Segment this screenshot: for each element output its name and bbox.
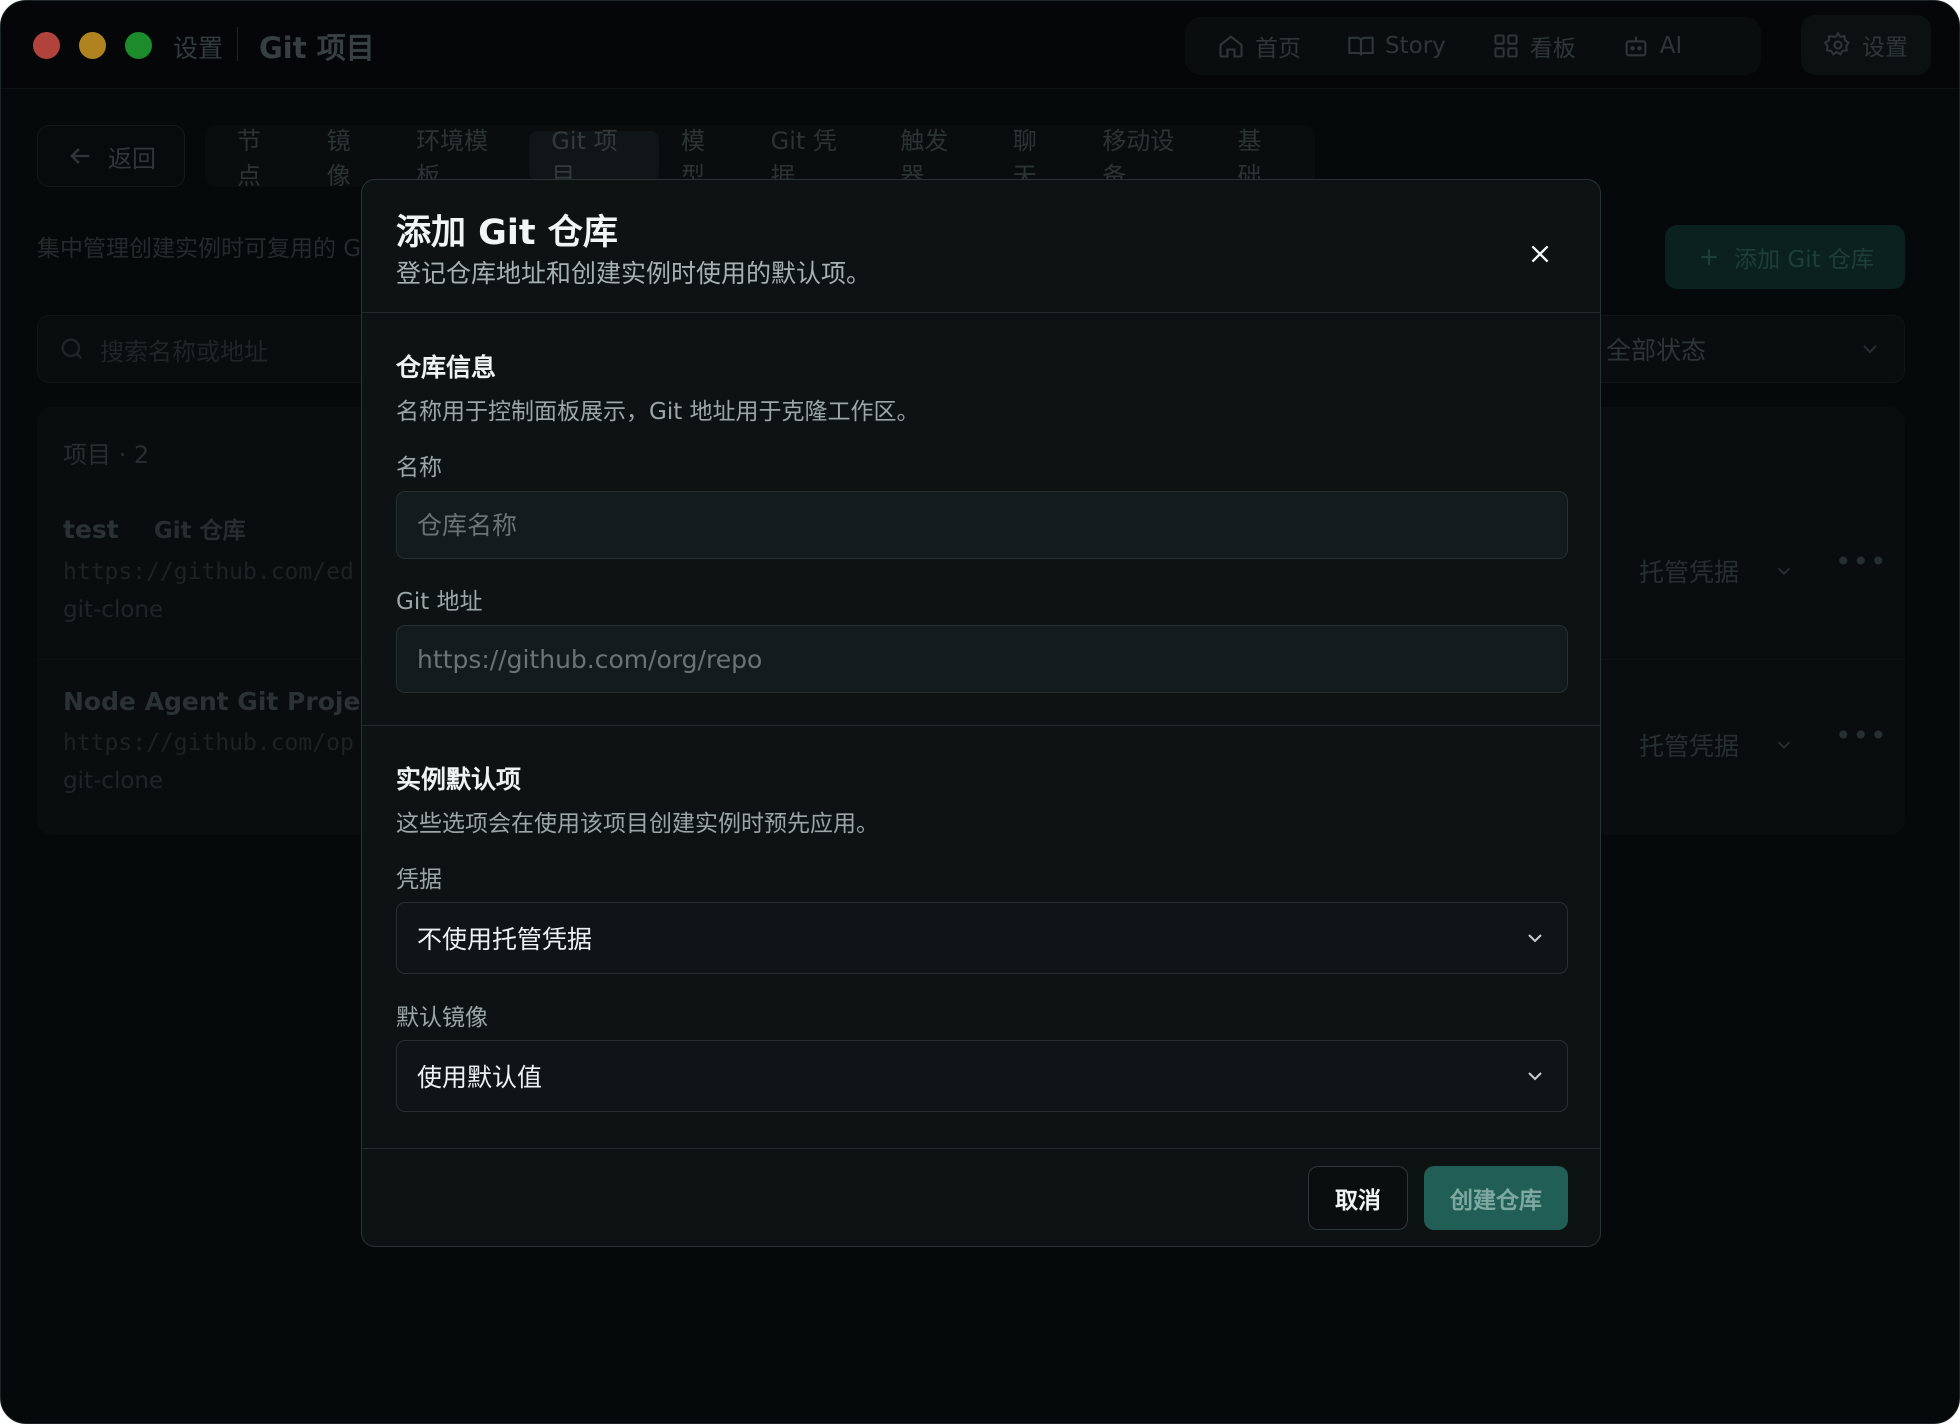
credential-select-value: 不使用托管凭据 — [417, 925, 593, 954]
cancel-button[interactable]: 取消 — [1308, 1166, 1408, 1230]
instance-defaults-section-description: 这些选项会在使用该项目创建实例时预先应用。 — [396, 811, 879, 837]
default-image-label: 默认镜像 — [396, 1005, 488, 1031]
name-field[interactable] — [396, 491, 1568, 559]
git-url-label: Git 地址 — [396, 589, 483, 615]
close-icon — [1531, 245, 1549, 263]
credential-label: 凭据 — [396, 867, 442, 893]
create-repo-button[interactable]: 创建仓库 — [1424, 1166, 1568, 1230]
add-git-repo-dialog: 添加 Git 仓库 登记仓库地址和创建实例时使用的默认项。 仓库信息 名称用于控… — [361, 179, 1601, 1247]
dialog-subtitle: 登记仓库地址和创建实例时使用的默认项。 — [396, 259, 872, 288]
footer-divider — [362, 1148, 1600, 1149]
chevron-down-icon — [1528, 1072, 1542, 1081]
dialog-title: 添加 Git 仓库 — [396, 213, 618, 253]
instance-defaults-section-title: 实例默认项 — [396, 765, 522, 794]
close-dialog-button[interactable] — [1518, 232, 1562, 276]
name-label: 名称 — [396, 455, 442, 481]
header-divider — [362, 312, 1600, 313]
app-window: 设置 Git 项目 首页 Story 看板 AI 设置 返回 节点 镜像 环境模… — [0, 0, 1960, 1424]
repo-info-section-title: 仓库信息 — [396, 353, 497, 382]
default-image-select[interactable]: 使用默认值 — [396, 1040, 1568, 1112]
credential-select[interactable]: 不使用托管凭据 — [396, 902, 1568, 974]
default-image-select-value: 使用默认值 — [417, 1063, 543, 1092]
chevron-down-icon — [1528, 934, 1542, 943]
git-url-field[interactable] — [396, 625, 1568, 693]
section-divider — [362, 725, 1600, 726]
repo-info-section-description: 名称用于控制面板展示，Git 地址用于克隆工作区。 — [396, 399, 920, 425]
